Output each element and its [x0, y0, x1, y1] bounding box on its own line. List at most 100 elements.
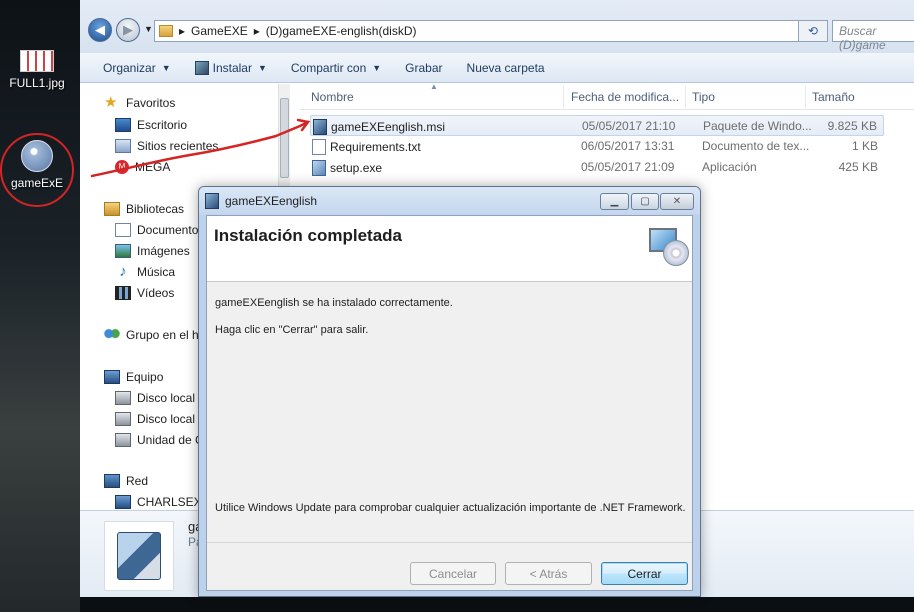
- nav-images[interactable]: Imágenes: [115, 242, 190, 260]
- nav-label: Imágenes: [137, 244, 190, 258]
- file-name: Requirements.txt: [330, 140, 421, 154]
- column-divider[interactable]: [805, 86, 806, 108]
- recent-pages-dropdown[interactable]: ▼: [144, 24, 153, 34]
- nav-label: MEGA: [135, 160, 171, 174]
- file-name-cell: gameEXEenglish.msi: [313, 119, 445, 135]
- dialog-heading: Instalación completada: [214, 226, 402, 245]
- file-type: Aplicación: [702, 160, 757, 174]
- organize-label: Organizar: [103, 60, 156, 75]
- back-step-button[interactable]: < Atrás: [505, 562, 592, 585]
- pictures-icon: [115, 244, 131, 258]
- computer-disc-icon: [649, 226, 693, 270]
- text-file-icon: [312, 139, 326, 155]
- desktop-icon: [115, 118, 131, 132]
- share-label: Compartir con: [290, 60, 367, 75]
- network-icon: [104, 474, 120, 488]
- nav-homegroup[interactable]: Grupo en el h: [104, 326, 199, 344]
- desktop-icon-gameexe[interactable]: gameExE: [0, 140, 74, 190]
- organize-button[interactable]: Organizar ▼: [80, 61, 183, 75]
- nav-label: Sitios recientes: [137, 139, 219, 153]
- nav-label: Escritorio: [137, 118, 188, 132]
- column-header-size[interactable]: Tamaño: [812, 90, 855, 104]
- file-name-cell: setup.exe: [312, 160, 382, 176]
- application-icon: [312, 160, 326, 176]
- installer-dialog: gameEXEenglish ▁ ▢ ✕ Instalación complet…: [198, 186, 701, 597]
- nav-documents[interactable]: Documento: [115, 221, 198, 239]
- nav-label: Equipo: [126, 370, 164, 384]
- nav-recent-places[interactable]: Sitios recientes: [115, 137, 218, 155]
- back-button[interactable]: ◀: [88, 18, 112, 42]
- minimize-button[interactable]: ▁: [600, 193, 629, 210]
- file-size: 9.825 KB: [827, 119, 877, 133]
- desktop-icon-label: FULL1.jpg: [9, 76, 65, 90]
- close-window-button[interactable]: ✕: [660, 193, 694, 210]
- dialog-titlebar[interactable]: gameEXEenglish ▁ ▢ ✕: [199, 187, 700, 215]
- file-row[interactable]: Requirements.txt 06/05/2017 13:31 Docume…: [310, 136, 884, 157]
- chevron-down-icon: ▼: [257, 62, 267, 73]
- nav-drive[interactable]: Unidad de C: [115, 431, 204, 449]
- share-button[interactable]: Compartir con ▼: [279, 61, 393, 75]
- mega-icon: M: [115, 160, 129, 174]
- column-divider[interactable]: [685, 86, 686, 108]
- column-header-name[interactable]: Nombre: [311, 90, 354, 104]
- nav-local-disk-1[interactable]: Disco local (: [115, 389, 202, 407]
- installer-package-icon: [313, 119, 327, 135]
- taskbar-edge: [80, 597, 914, 612]
- nav-favorites[interactable]: ★ Favoritos: [104, 94, 175, 112]
- nav-libraries[interactable]: Bibliotecas: [104, 200, 184, 218]
- install-button[interactable]: Instalar ▼: [183, 60, 279, 75]
- install-label: Instalar: [212, 60, 252, 75]
- nav-label: Favoritos: [126, 96, 176, 110]
- nav-label: Disco local (: [137, 412, 203, 426]
- chevron-down-icon: ▼: [372, 62, 382, 73]
- column-header-date[interactable]: Fecha de modifica...: [571, 90, 679, 104]
- file-row[interactable]: gameEXEenglish.msi 05/05/2017 21:10 Paqu…: [310, 115, 884, 136]
- desktop-icon-full1[interactable]: FULL1.jpg: [0, 50, 74, 90]
- address-path[interactable]: ▸ GameEXE ▸ (D)gameEXE-english(diskD) ▼: [154, 20, 822, 42]
- scrollbar-thumb[interactable]: [280, 98, 289, 178]
- nav-desktop[interactable]: Escritorio: [115, 116, 187, 134]
- arrow-left-icon: ◀: [95, 22, 105, 37]
- nav-network[interactable]: Red: [104, 472, 148, 490]
- libraries-icon: [104, 202, 120, 216]
- nav-label: Bibliotecas: [126, 202, 185, 216]
- refresh-button[interactable]: ⟲: [798, 20, 828, 42]
- nav-music[interactable]: ♪ Música: [115, 263, 175, 281]
- column-header-type[interactable]: Tipo: [692, 90, 715, 104]
- file-name-cell: Requirements.txt: [312, 139, 421, 155]
- folder-icon: [159, 25, 173, 37]
- new-folder-button[interactable]: Nueva carpeta: [455, 61, 557, 75]
- breadcrumb-current[interactable]: (D)gameEXE-english(diskD): [266, 24, 417, 38]
- nav-network-pc[interactable]: CHARLSEXE: [115, 493, 210, 510]
- file-row[interactable]: setup.exe 05/05/2017 21:09 Aplicación 42…: [310, 157, 884, 178]
- shortcut-app-icon: [21, 140, 53, 172]
- arrow-right-icon: ▶: [123, 22, 133, 37]
- nav-label: Grupo en el h: [126, 328, 199, 342]
- sort-ascending-icon: ▲: [430, 82, 438, 91]
- column-divider[interactable]: [563, 86, 564, 108]
- breadcrumb-gameexe[interactable]: GameEXE: [191, 24, 248, 38]
- forward-button[interactable]: ▶: [116, 18, 140, 42]
- nav-videos[interactable]: Vídeos: [115, 284, 174, 302]
- maximize-button[interactable]: ▢: [631, 193, 659, 210]
- close-finish-button[interactable]: Cerrar: [601, 562, 688, 585]
- column-headers: ▲ Nombre Fecha de modifica... Tipo Tamañ…: [300, 82, 914, 110]
- breadcrumb-separator: ▸: [179, 24, 186, 38]
- cancel-button[interactable]: Cancelar: [410, 562, 496, 585]
- refresh-icon: ⟲: [807, 24, 819, 38]
- dialog-banner: Instalación completada: [207, 216, 692, 282]
- nav-mega[interactable]: M MEGA: [115, 158, 170, 176]
- burn-button[interactable]: Grabar: [393, 61, 454, 75]
- installer-icon: [194, 60, 209, 75]
- computer-icon: [115, 495, 131, 509]
- close-hint-message: Haga clic en "Cerrar" para salir.: [215, 324, 369, 336]
- nav-local-disk-2[interactable]: Disco local (: [115, 410, 202, 428]
- nav-label: Música: [137, 265, 176, 279]
- new-folder-label: Nueva carpeta: [466, 60, 545, 75]
- nav-label: Unidad de C: [137, 433, 204, 447]
- search-input[interactable]: Buscar (D)game: [832, 20, 914, 52]
- file-type: Paquete de Windo...: [703, 119, 812, 133]
- dialog-footer: Cancelar < Atrás Cerrar: [207, 542, 692, 590]
- nav-computer[interactable]: Equipo: [104, 368, 163, 386]
- homegroup-icon: [104, 328, 120, 342]
